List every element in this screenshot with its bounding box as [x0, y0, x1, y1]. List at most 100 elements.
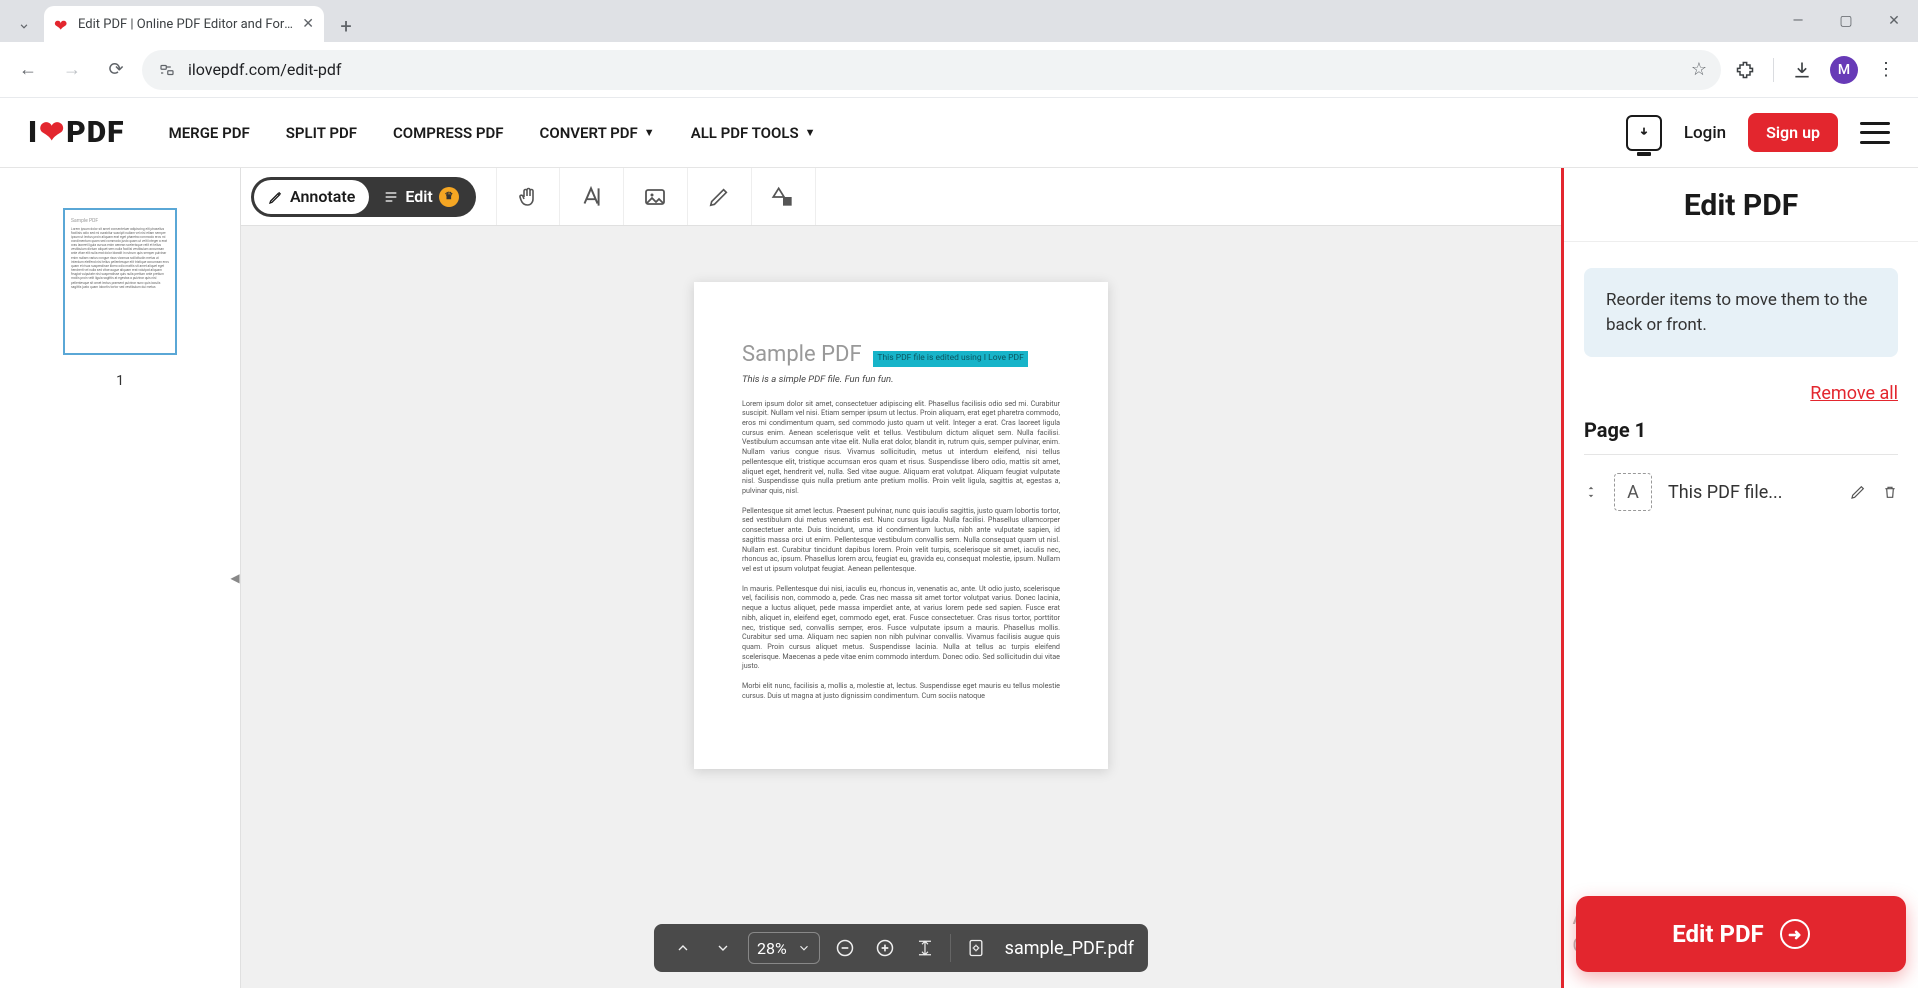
hamburger-menu-icon[interactable]	[1860, 122, 1890, 144]
right-panel-body: Reorder items to move them to the back o…	[1564, 242, 1918, 988]
extensions-icon[interactable]	[1729, 54, 1761, 86]
desktop-download-icon[interactable]	[1626, 115, 1662, 151]
layer-label: This PDF file...	[1668, 482, 1834, 503]
maximize-button[interactable]: ▢	[1822, 0, 1870, 42]
edit-lines-icon	[383, 189, 399, 205]
pdf-page-1[interactable]: Sample PDF This PDF file is edited using…	[694, 282, 1108, 769]
info-message: Reorder items to move them to the back o…	[1584, 268, 1898, 357]
zoom-in-button[interactable]	[870, 933, 900, 963]
tab-title: Edit PDF | Online PDF Editor and Form Fi…	[78, 17, 294, 32]
close-window-button[interactable]: ✕	[1870, 0, 1918, 42]
pan-tool-button[interactable]	[496, 168, 560, 225]
url-field[interactable]: ilovepdf.com/edit-pdf ☆	[142, 50, 1721, 90]
arrow-right-circle-icon: ➜	[1780, 919, 1810, 949]
minus-circle-icon	[835, 938, 855, 958]
fit-height-button[interactable]	[910, 933, 940, 963]
tabs-dropdown[interactable]	[8, 10, 40, 42]
nav-convert-pdf[interactable]: CONVERT PDF▼	[540, 124, 655, 142]
crown-premium-icon: ♛	[439, 187, 459, 207]
edit-layer-button[interactable]	[1850, 484, 1866, 500]
chevron-up-icon	[675, 940, 691, 956]
separator	[950, 934, 951, 962]
window-controls: ― ▢ ✕	[1774, 0, 1918, 42]
editor-toolbar: Annotate Edit ♛	[241, 168, 1561, 226]
site-header: I ❤ PDF MERGE PDF SPLIT PDF COMPRESS PDF…	[0, 98, 1918, 168]
mode-label: Annotate	[290, 187, 355, 206]
logo-text-right: PDF	[66, 115, 124, 150]
chevron-down-icon	[17, 19, 31, 33]
thumb-text: Lorem ipsum dolor sit amet consectetuer …	[71, 227, 169, 289]
nav-label: MERGE PDF	[169, 124, 250, 142]
document-paragraph: Pellentesque sit amet lectus. Praesent p…	[742, 506, 1060, 574]
zoom-select[interactable]: 28%	[748, 932, 820, 964]
drag-handle-icon[interactable]	[1584, 482, 1598, 502]
cta-wrap: Edit PDF ➜	[1576, 896, 1906, 972]
caret-down-icon: ▼	[644, 126, 655, 139]
edit-mode-button[interactable]: Edit ♛	[369, 180, 472, 214]
pencil-icon	[1850, 484, 1866, 500]
chevron-down-icon	[797, 941, 811, 955]
mode-switch: Annotate Edit ♛	[251, 177, 476, 217]
close-icon[interactable]: ✕	[302, 16, 314, 32]
nav-compress-pdf[interactable]: COMPRESS PDF	[393, 124, 504, 142]
back-button[interactable]: ←	[10, 52, 46, 88]
canvas-viewport[interactable]: Sample PDF This PDF file is edited using…	[241, 226, 1561, 988]
document-paragraph: Lorem ipsum dolor sit amet, consectetuer…	[742, 399, 1060, 496]
signup-button[interactable]: Sign up	[1748, 113, 1838, 152]
nav-merge-pdf[interactable]: MERGE PDF	[169, 124, 250, 142]
delete-layer-button[interactable]	[1882, 483, 1898, 501]
site-logo[interactable]: I ❤ PDF	[28, 115, 125, 150]
cta-label: Edit PDF	[1672, 920, 1763, 948]
heart-icon	[54, 16, 70, 32]
fit-height-icon	[916, 937, 934, 959]
downloads-icon[interactable]	[1786, 54, 1818, 86]
new-tab-button[interactable]: +	[330, 10, 362, 42]
app-body: Sample PDF Lorem ipsum dolor sit amet co…	[0, 168, 1918, 988]
tab-strip: Edit PDF | Online PDF Editor and Form Fi…	[0, 0, 362, 42]
caret-down-icon: ▼	[805, 126, 816, 139]
pencil-icon	[708, 186, 730, 208]
forward-button[interactable]: →	[54, 52, 90, 88]
shapes-tool-button[interactable]	[752, 168, 816, 225]
chevron-down-icon	[715, 940, 731, 956]
nav-all-tools[interactable]: ALL PDF TOOLS▼	[691, 124, 816, 142]
bookmark-star-icon[interactable]: ☆	[1691, 59, 1707, 80]
site-info-icon[interactable]	[156, 59, 178, 81]
text-tool-button[interactable]	[560, 168, 624, 225]
file-gear-icon	[966, 938, 986, 958]
reload-button[interactable]: ⟳	[98, 52, 134, 88]
image-tool-button[interactable]	[624, 168, 688, 225]
browser-titlebar: Edit PDF | Online PDF Editor and Form Fi…	[0, 0, 1918, 42]
viewer-bottom-bar: 28% sample_PDF.pdf	[654, 924, 1148, 972]
plus-circle-icon	[875, 938, 895, 958]
nav-split-pdf[interactable]: SPLIT PDF	[286, 124, 357, 142]
remove-all-link[interactable]: Remove all	[1584, 383, 1898, 404]
profile-avatar[interactable]: M	[1830, 56, 1858, 84]
browser-tab-active[interactable]: Edit PDF | Online PDF Editor and Form Fi…	[44, 6, 324, 42]
browser-right-actions: M ⋮	[1729, 54, 1908, 86]
separator	[1773, 58, 1774, 82]
prev-page-button[interactable]	[668, 933, 698, 963]
layer-item[interactable]: A This PDF file...	[1584, 473, 1898, 511]
file-settings-button[interactable]	[961, 933, 991, 963]
annotation-text-box[interactable]: This PDF file is edited using I Love PDF	[873, 351, 1027, 366]
nav-label: SPLIT PDF	[286, 124, 357, 142]
browser-menu-icon[interactable]: ⋮	[1870, 54, 1902, 86]
zoom-out-button[interactable]	[830, 933, 860, 963]
logo-text-left: I	[28, 115, 38, 150]
editor-area: Annotate Edit ♛	[240, 168, 1564, 988]
pencil-icon	[268, 189, 284, 205]
login-link[interactable]: Login	[1684, 123, 1726, 143]
edit-pdf-cta-button[interactable]: Edit PDF ➜	[1576, 896, 1906, 972]
zoom-value: 28%	[757, 939, 787, 958]
thumbnail-page-number: 1	[116, 373, 124, 389]
trash-icon	[1882, 483, 1898, 501]
heart-icon: ❤	[39, 115, 65, 150]
minimize-button[interactable]: ―	[1774, 0, 1822, 42]
image-icon	[643, 185, 667, 209]
next-page-button[interactable]	[708, 933, 738, 963]
shapes-icon	[770, 184, 796, 210]
annotate-mode-button[interactable]: Annotate	[254, 180, 369, 214]
draw-tool-button[interactable]	[688, 168, 752, 225]
page-thumbnail-1[interactable]: Sample PDF Lorem ipsum dolor sit amet co…	[63, 208, 177, 355]
